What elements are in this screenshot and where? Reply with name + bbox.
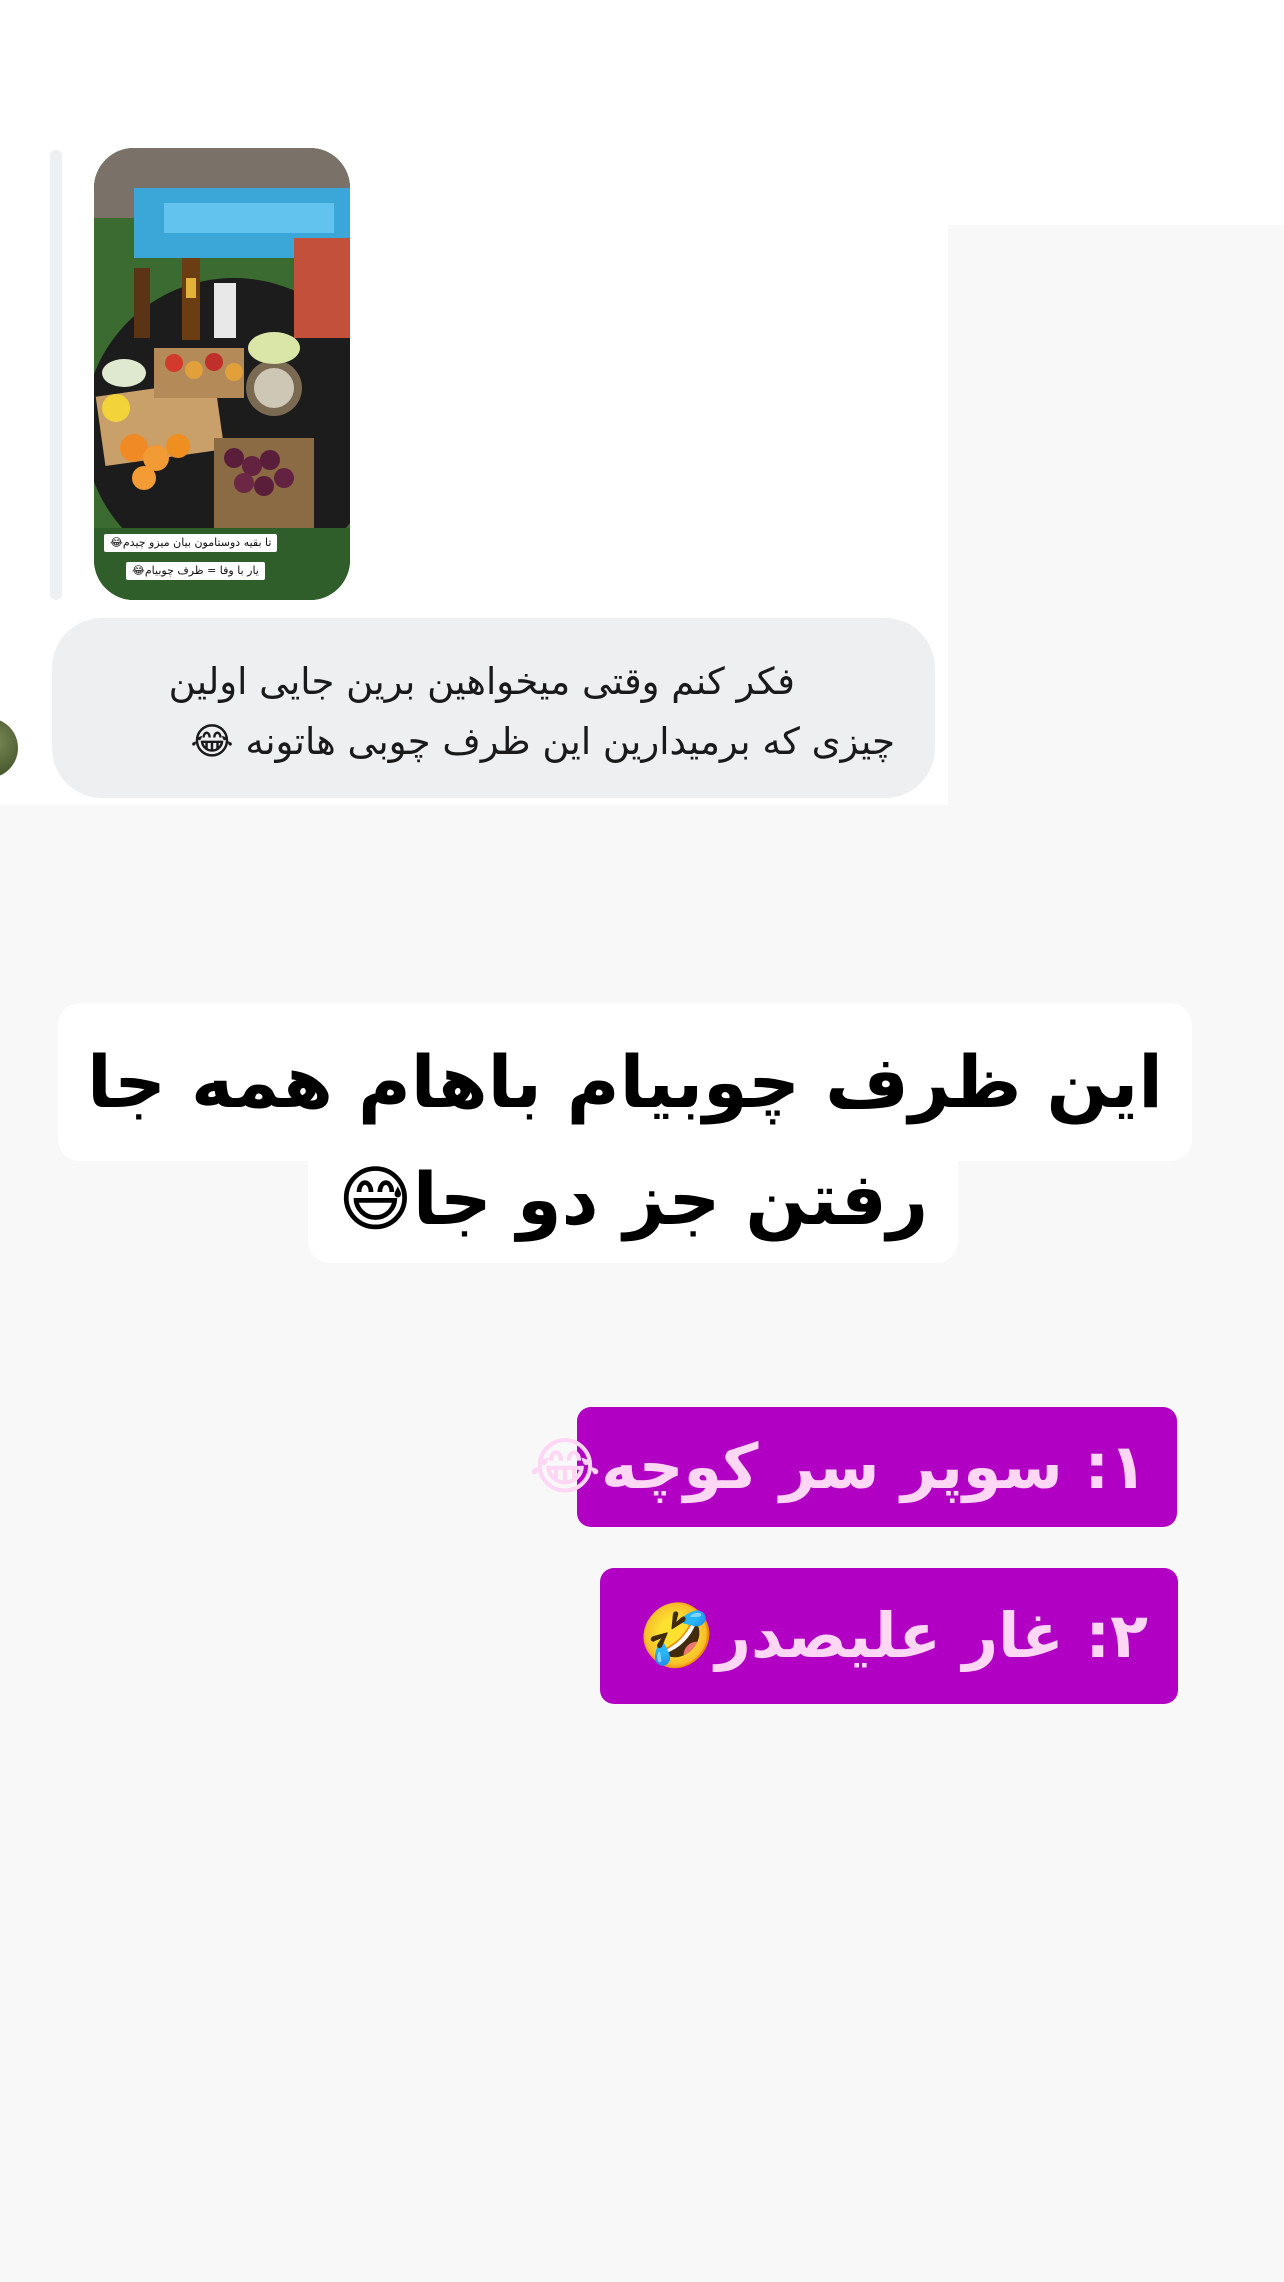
headline-line: رفتن جز دو جا😅 — [308, 1153, 958, 1263]
reply-message-bubble[interactable]: فکر کنم وقتی میخواهین برین جایی اولین چی… — [52, 618, 935, 798]
message-line: فکر کنم وقتی میخواهین برین جایی اولین — [168, 660, 795, 703]
story-top-area-right — [948, 130, 1284, 225]
option-label: ۱: سوپر سر کوچه😂 — [529, 1407, 1177, 1527]
story-top-area — [0, 0, 1284, 130]
headline-line: این ظرف چوبیام باهام همه جا — [58, 1003, 1192, 1161]
message-line: چیزی که برمیدارین این ظرف چوبی هاتونه 😂 — [190, 720, 895, 763]
story-thumbnail-image — [94, 148, 350, 600]
story-caption-line: یار با وفا = ظرف چوبیام😂 — [126, 562, 265, 580]
story-caption-line: تا بقیه دوستامون بیان میزو چیدم😂 — [104, 534, 278, 552]
option-label: ۲: غار علیصدر🤣 — [600, 1568, 1178, 1704]
reply-quote-bar — [50, 150, 62, 600]
story-thumbnail[interactable]: تا بقیه دوستامون بیان میزو چیدم😂 یار با … — [94, 148, 350, 600]
story-headline: این ظرف چوبیام باهام همه جا رفتن جز دو ج… — [58, 1003, 1192, 1263]
story-reply-card: تا بقیه دوستامون بیان میزو چیدم😂 یار با … — [0, 130, 948, 805]
sender-avatar[interactable] — [0, 718, 18, 778]
